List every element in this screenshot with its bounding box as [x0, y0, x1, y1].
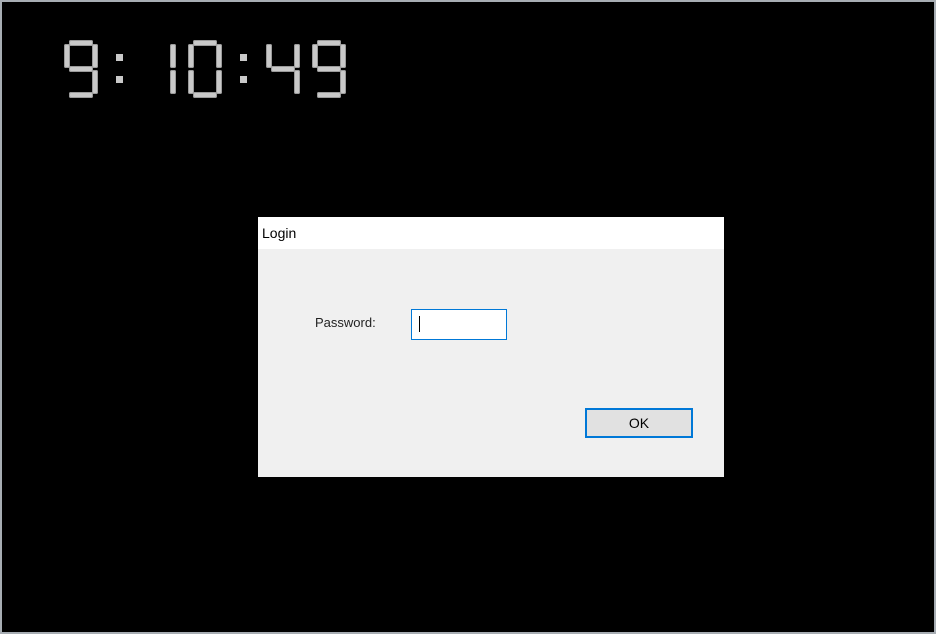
- clock-segment: [69, 92, 93, 98]
- clock-colon-dot: [240, 54, 247, 61]
- clock-segment: [317, 66, 341, 72]
- clock-segment: [317, 92, 341, 98]
- clock-segment: [170, 70, 176, 94]
- clock-segment: [312, 44, 318, 68]
- clock-segment: [266, 44, 272, 68]
- clock-digit-4: [266, 40, 300, 98]
- clock-digit-9: [64, 40, 98, 98]
- clock-segment: [193, 92, 217, 98]
- clock-segment: [69, 40, 93, 46]
- clock-digit-0: [188, 40, 222, 98]
- clock-segment: [340, 44, 346, 68]
- dialog-titlebar[interactable]: Login: [258, 217, 724, 249]
- digital-clock: [64, 40, 358, 100]
- clock-segment: [170, 44, 176, 68]
- ok-button-label: OK: [588, 411, 690, 435]
- clock-colon: [234, 40, 254, 98]
- dialog-title: Login: [262, 225, 297, 241]
- clock-segment: [92, 70, 98, 94]
- clock-screen: Login Password: OK: [0, 0, 936, 634]
- password-label: Password:: [315, 315, 376, 330]
- clock-segment: [216, 44, 222, 68]
- clock-segment: [92, 44, 98, 68]
- clock-segment: [271, 66, 295, 72]
- clock-colon: [110, 40, 130, 98]
- clock-segment: [294, 44, 300, 68]
- clock-segment: [340, 70, 346, 94]
- clock-segment: [317, 40, 341, 46]
- ok-button[interactable]: OK: [585, 408, 693, 438]
- login-dialog: Login Password: OK: [258, 217, 724, 477]
- password-input[interactable]: [411, 309, 507, 340]
- clock-digit-1: [142, 40, 176, 98]
- clock-segment: [193, 40, 217, 46]
- text-cursor: [419, 316, 420, 332]
- clock-segment: [188, 70, 194, 94]
- clock-digit-9: [312, 40, 346, 98]
- clock-segment: [69, 66, 93, 72]
- clock-segment: [188, 44, 194, 68]
- clock-segment: [294, 70, 300, 94]
- clock-colon-dot: [116, 54, 123, 61]
- clock-segment: [216, 70, 222, 94]
- clock-colon-dot: [116, 76, 123, 83]
- clock-segment: [64, 44, 70, 68]
- clock-colon-dot: [240, 76, 247, 83]
